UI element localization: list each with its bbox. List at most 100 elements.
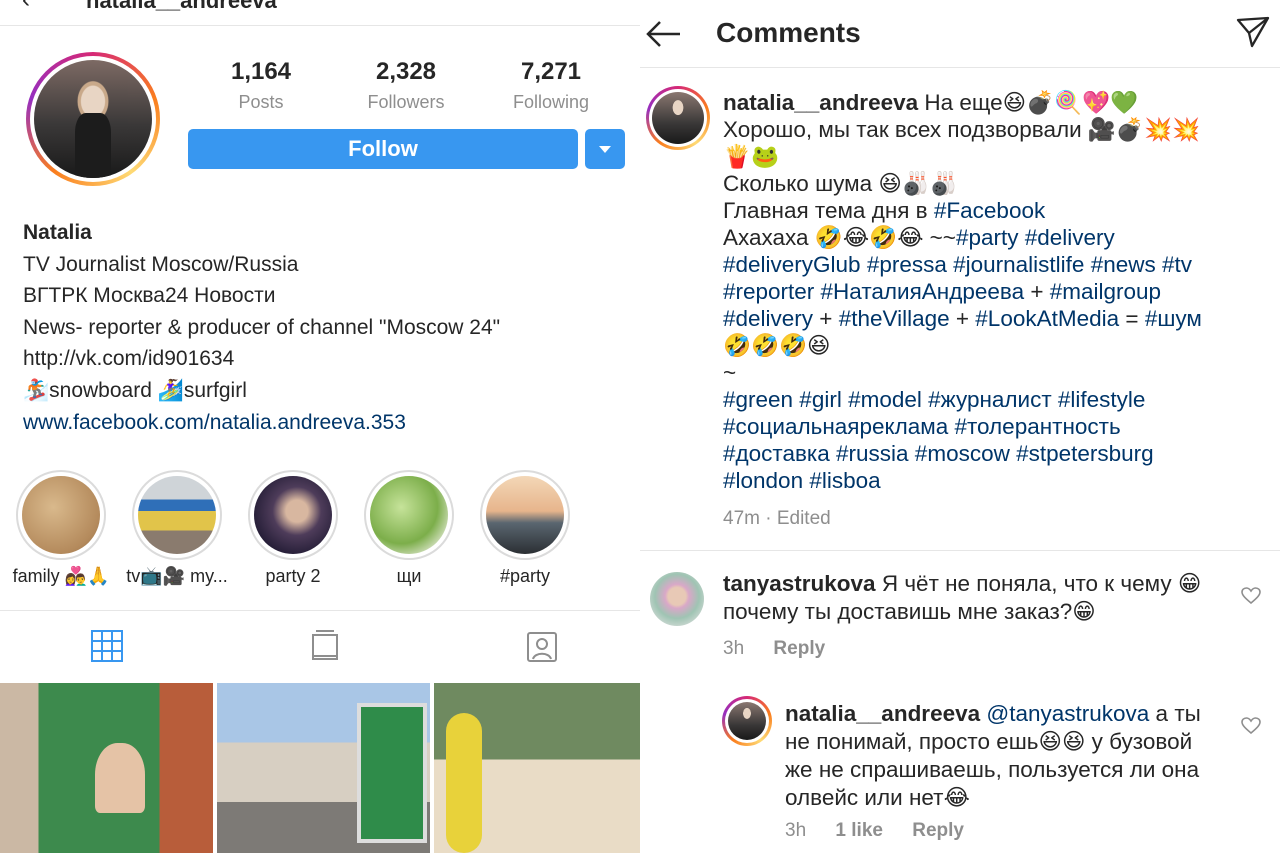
- tab-igtv[interactable]: [218, 611, 431, 679]
- hashtag-line[interactable]: #социальнаяреклама #толерантность: [723, 413, 1243, 440]
- hashtag-link[interactable]: #Facebook: [934, 198, 1045, 223]
- comments-header: Comments: [640, 0, 1280, 68]
- comment: tanyastrukova Я чёт не поняла, что к чем…: [723, 570, 1223, 626]
- comments-screen: Comments natalia__andreeva На еще😆💣🍭💖💚 Х…: [640, 0, 1280, 853]
- igtv-icon: [312, 630, 338, 660]
- bio-line: TV Journalist Moscow/Russia: [23, 252, 299, 276]
- profile-bio: Natalia TV Journalist Moscow/Russia ВГТР…: [23, 217, 500, 438]
- like-heart-icon[interactable]: [1241, 587, 1261, 605]
- followers-label: Followers: [367, 92, 445, 112]
- like-heart-icon[interactable]: [1241, 717, 1261, 735]
- hashtag-link[interactable]: #mailgroup: [1050, 279, 1161, 304]
- highlight-shchi[interactable]: щи: [364, 470, 454, 586]
- post-thumbnail-billboard: [357, 703, 427, 843]
- back-arrow-icon[interactable]: [644, 20, 684, 48]
- back-icon[interactable]: ‹: [22, 0, 30, 14]
- caption-line: ~: [723, 360, 737, 385]
- caption-text: На еще😆💣🍭💖💚: [918, 90, 1139, 115]
- bio-website-link[interactable]: www.facebook.com/natalia.andreeva.353: [23, 407, 500, 439]
- post-thumbnail-surfboard: [446, 713, 482, 853]
- caption-author-avatar[interactable]: [646, 86, 710, 150]
- post-thumbnail[interactable]: [434, 683, 640, 853]
- commenter-avatar[interactable]: [650, 572, 704, 626]
- mention-link[interactable]: @tanyastrukova: [980, 701, 1149, 726]
- post-thumbnail[interactable]: [0, 683, 213, 853]
- caption-text: +: [813, 306, 839, 331]
- page-title: Comments: [716, 17, 861, 48]
- profile-screen: ‹ natalia__andreeva ⌄ 1,164 Posts 2,328 …: [0, 0, 640, 853]
- bio-line: http://vk.com/id901634: [23, 347, 235, 371]
- highlight-party[interactable]: #party: [480, 470, 570, 586]
- caption-line: 🍟🐸: [723, 144, 780, 169]
- reply-button[interactable]: Reply: [773, 638, 825, 659]
- hashtag-link[interactable]: #theVillage: [839, 306, 950, 331]
- send-icon[interactable]: [1236, 16, 1270, 48]
- hashtag-link[interactable]: #шум: [1145, 306, 1202, 331]
- posts-label: Posts: [238, 92, 284, 112]
- comment-text: же не спрашиваешь, пользуется ли она: [785, 757, 1200, 782]
- hashtag-line[interactable]: #london #lisboa: [723, 467, 1243, 494]
- profile-display-name: Natalia: [23, 221, 92, 244]
- more-options-icon[interactable]: ⌄: [614, 0, 629, 5]
- reply-author-avatar[interactable]: [722, 696, 772, 746]
- comment-meta: 3h Reply: [723, 638, 825, 660]
- followers-count: 2,328: [375, 58, 437, 85]
- profile-username: natalia__andreeva: [86, 0, 277, 13]
- stat-posts[interactable]: 1,164 Posts: [191, 58, 331, 113]
- grid-icon: [91, 630, 123, 662]
- hashtag-link[interactable]: #party #delivery: [956, 225, 1115, 250]
- hashtag-line[interactable]: #доставка #russia #moscow #stpetersburg: [723, 440, 1243, 467]
- post-thumbnail-face: [95, 743, 145, 813]
- comment-time: 3h: [785, 820, 807, 841]
- divider: [640, 550, 1280, 551]
- bio-line: ВГТРК Москва24 Новости: [23, 284, 276, 308]
- hashtag-line[interactable]: #green #girl #model #журналист #lifestyl…: [723, 386, 1243, 413]
- reply-comment: natalia__andreeva @tanyastrukova а ты не…: [785, 700, 1235, 812]
- reply-button[interactable]: Reply: [912, 820, 964, 841]
- highlight-tv[interactable]: tv📺🎥 my...: [126, 470, 228, 586]
- avatar-photo: [728, 702, 766, 740]
- comment-text: Я чёт не поняла, что к чему 😁: [875, 571, 1202, 596]
- highlight-label: #party: [499, 566, 551, 586]
- tab-grid[interactable]: [0, 611, 213, 679]
- comment-meta: 3h 1 like Reply: [785, 820, 964, 842]
- tab-tagged[interactable]: [435, 611, 640, 679]
- profile-header: ‹ natalia__andreeva ⌄: [0, 0, 640, 26]
- caption-line: Сколько шума 😆🎳🎳: [723, 171, 958, 196]
- comment-username[interactable]: natalia__andreeva: [785, 701, 980, 726]
- comment-time: 3h: [723, 638, 745, 659]
- caption-text: Главная тема дня в: [723, 198, 934, 223]
- comment-username[interactable]: tanyastrukova: [723, 571, 876, 596]
- posts-count: 1,164: [230, 58, 292, 85]
- stat-followers[interactable]: 2,328 Followers: [336, 58, 476, 113]
- caption-timestamp: 47m · Edited: [723, 508, 831, 529]
- avatar-photo: [652, 92, 704, 144]
- caption-line: 🤣🤣🤣😆: [723, 333, 831, 358]
- caption-line: Хорошо, мы так всех подзворвали 🎥💣💥💥: [723, 117, 1200, 142]
- likes-count[interactable]: 1 like: [835, 820, 883, 841]
- comment-text: почему ты доставишь мне заказ?😁: [723, 599, 1096, 624]
- bio-line: 🏂snowboard 🏄‍♀️surfgirl: [23, 378, 247, 402]
- suggested-dropdown-button[interactable]: [585, 129, 625, 169]
- caption-text: Ахахаха 🤣😂🤣😂 ~~: [723, 225, 956, 250]
- hashtag-link[interactable]: #delivery: [723, 306, 813, 331]
- caption-text: +: [1024, 279, 1050, 304]
- highlight-family[interactable]: family 👩‍❤️‍👨🙏: [13, 470, 109, 586]
- tagged-icon: [527, 632, 557, 662]
- comment-text: не понимай, просто ешь😆😆 у бузовой: [785, 729, 1193, 754]
- hashtag-line[interactable]: #deliveryGlub #pressa #journalistlife #n…: [723, 251, 1243, 278]
- stat-following[interactable]: 7,271 Following: [481, 58, 621, 113]
- bio-line: News- reporter & producer of channel "Mo…: [23, 315, 501, 339]
- hashtag-link[interactable]: #LookAtMedia: [975, 306, 1119, 331]
- follow-button[interactable]: Follow: [188, 129, 578, 169]
- highlight-party-2[interactable]: party 2: [248, 470, 338, 586]
- hashtag-link[interactable]: #reporter #НаталияАндреева: [723, 279, 1024, 304]
- post-caption: natalia__andreeva На еще😆💣🍭💖💚 Хорошо, мы…: [723, 89, 1243, 494]
- profile-avatar[interactable]: [26, 52, 160, 186]
- post-thumbnail[interactable]: [217, 683, 430, 853]
- profile-tabs: [0, 610, 640, 678]
- caption-username[interactable]: natalia__andreeva: [723, 90, 918, 115]
- comment-text: олвейс или нет😂: [785, 785, 970, 810]
- following-label: Following: [512, 92, 590, 112]
- following-count: 7,271: [520, 58, 582, 85]
